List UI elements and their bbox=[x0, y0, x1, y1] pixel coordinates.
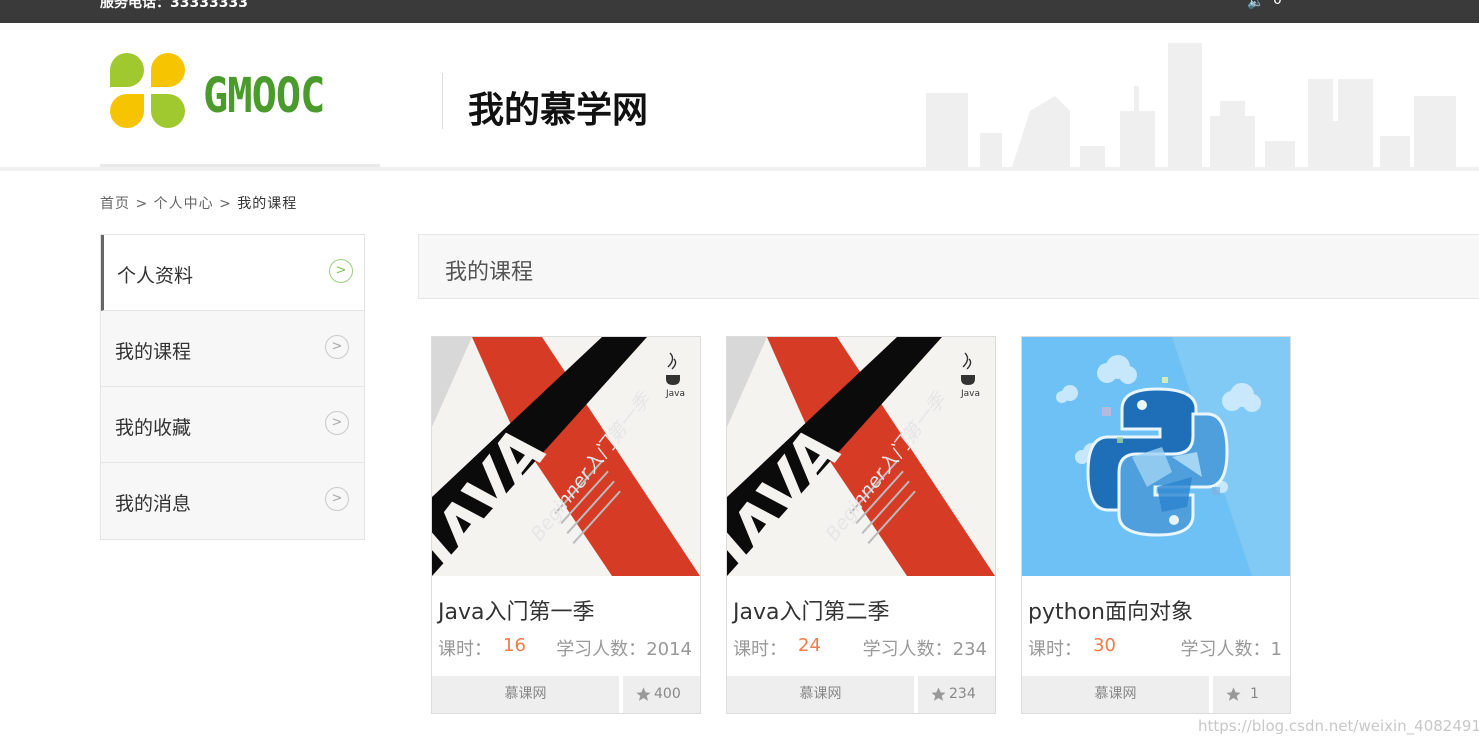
sidebar-item-my-courses[interactable]: 我的课程 > bbox=[101, 311, 364, 387]
favorite-count: 400 bbox=[654, 686, 681, 702]
footer-separator bbox=[619, 676, 623, 713]
learners-count: 1 bbox=[1270, 639, 1282, 660]
course-footer: 慕课网 1 bbox=[1022, 676, 1290, 713]
hours-value: 24 bbox=[798, 635, 821, 656]
chevron-right-icon: > bbox=[325, 411, 349, 435]
course-card[interactable]: JAVA Beginner入门第一季 Java Java入门第二季 课时： 24… bbox=[726, 336, 996, 714]
course-card[interactable]: python面向对象 课时： 30 学习人数：1 慕课网 1 bbox=[1021, 336, 1291, 714]
chevron-right-icon: > bbox=[325, 335, 349, 359]
learners-count: 234 bbox=[952, 639, 987, 660]
course-cover-python[interactable] bbox=[1022, 337, 1290, 576]
section-header: 我的课程 bbox=[418, 234, 1479, 299]
course-name[interactable]: Java入门第一季 bbox=[438, 594, 594, 626]
logo-text[interactable]: GMOOC bbox=[203, 67, 325, 123]
city-skyline-decoration bbox=[926, 43, 1456, 167]
course-name[interactable]: Java入门第二季 bbox=[733, 594, 889, 626]
sidebar: 个人资料 > 我的课程 > 我的收藏 > 我的消息 > bbox=[100, 234, 365, 540]
breadcrumb-personal-center[interactable]: 个人中心 bbox=[154, 196, 214, 212]
footer-separator bbox=[914, 676, 918, 713]
hours-label: 课时： bbox=[1028, 639, 1082, 660]
star-icon[interactable] bbox=[635, 686, 652, 703]
sidebar-item-label: 我的课程 bbox=[115, 341, 192, 363]
hours-value: 30 bbox=[1093, 635, 1116, 656]
hours-value: 16 bbox=[503, 635, 526, 656]
learners: 学习人数：2014 bbox=[556, 635, 692, 661]
learners-label: 学习人数： bbox=[862, 639, 953, 660]
learners: 学习人数：1 bbox=[1181, 635, 1282, 661]
watermark: https://blog.csdn.net/weixin_40824913 bbox=[1198, 717, 1479, 735]
course-footer: 慕课网 400 bbox=[432, 676, 700, 713]
top-bar: 服务电话：33333333 🔈 0 bbox=[0, 0, 1479, 23]
learners-label: 学习人数： bbox=[556, 639, 647, 660]
footer-separator bbox=[1209, 676, 1213, 713]
page-title: 我的慕学网 bbox=[468, 90, 649, 131]
java-brand: Java bbox=[960, 389, 980, 399]
course-name[interactable]: python面向对象 bbox=[1028, 594, 1193, 626]
breadcrumb: 首页 > 个人中心 > 我的课程 bbox=[100, 193, 297, 213]
course-footer: 慕课网 234 bbox=[727, 676, 995, 713]
breadcrumb-separator: > bbox=[219, 196, 232, 212]
learners-label: 学习人数： bbox=[1180, 639, 1271, 660]
sidebar-item-label: 个人资料 bbox=[117, 265, 194, 287]
learners-count: 2014 bbox=[646, 639, 692, 660]
sidebar-item-favorites[interactable]: 我的收藏 > bbox=[101, 387, 364, 463]
breadcrumb-home[interactable]: 首页 bbox=[100, 196, 130, 212]
favorite-count: 1 bbox=[1250, 686, 1259, 702]
message-count[interactable]: 0 bbox=[1273, 0, 1282, 8]
course-org: 慕课网 bbox=[504, 686, 547, 702]
course-org: 慕课网 bbox=[1094, 686, 1137, 702]
speaker-icon[interactable]: 🔈 bbox=[1247, 0, 1264, 10]
chevron-right-icon: > bbox=[329, 259, 353, 283]
favorite-count: 234 bbox=[949, 686, 976, 702]
site-header: GMOOC 我的慕学网 bbox=[0, 23, 1479, 171]
section-title: 我的课程 bbox=[445, 260, 534, 285]
breadcrumb-current: 我的课程 bbox=[237, 196, 298, 212]
star-icon[interactable] bbox=[1225, 686, 1242, 703]
sidebar-item-label: 我的收藏 bbox=[115, 417, 192, 439]
sidebar-item-profile[interactable]: 个人资料 > bbox=[101, 235, 364, 311]
course-org: 慕课网 bbox=[799, 686, 842, 702]
gmooc-logo-icon[interactable] bbox=[110, 53, 185, 128]
service-phone: 服务电话：33333333 bbox=[100, 0, 248, 11]
sidebar-item-label: 我的消息 bbox=[115, 493, 192, 515]
breadcrumb-separator: > bbox=[135, 196, 149, 212]
course-cover-java[interactable]: JAVA Beginner入门第一季 Java bbox=[432, 337, 700, 576]
java-brand: Java bbox=[665, 389, 685, 399]
star-icon[interactable] bbox=[930, 686, 947, 703]
hours-label: 课时： bbox=[438, 639, 492, 660]
course-cover-java[interactable]: JAVA Beginner入门第一季 Java bbox=[727, 337, 995, 576]
sidebar-item-messages[interactable]: 我的消息 > bbox=[101, 463, 364, 539]
learners: 学习人数：234 bbox=[863, 635, 987, 661]
header-divider bbox=[442, 73, 443, 129]
course-card[interactable]: JAVA Beginner入门第一季 Java Java入门第一季 课时： 16… bbox=[431, 336, 701, 714]
chevron-right-icon: > bbox=[325, 487, 349, 511]
header-bottom-line bbox=[0, 167, 1479, 171]
hours-label: 课时： bbox=[733, 639, 787, 660]
